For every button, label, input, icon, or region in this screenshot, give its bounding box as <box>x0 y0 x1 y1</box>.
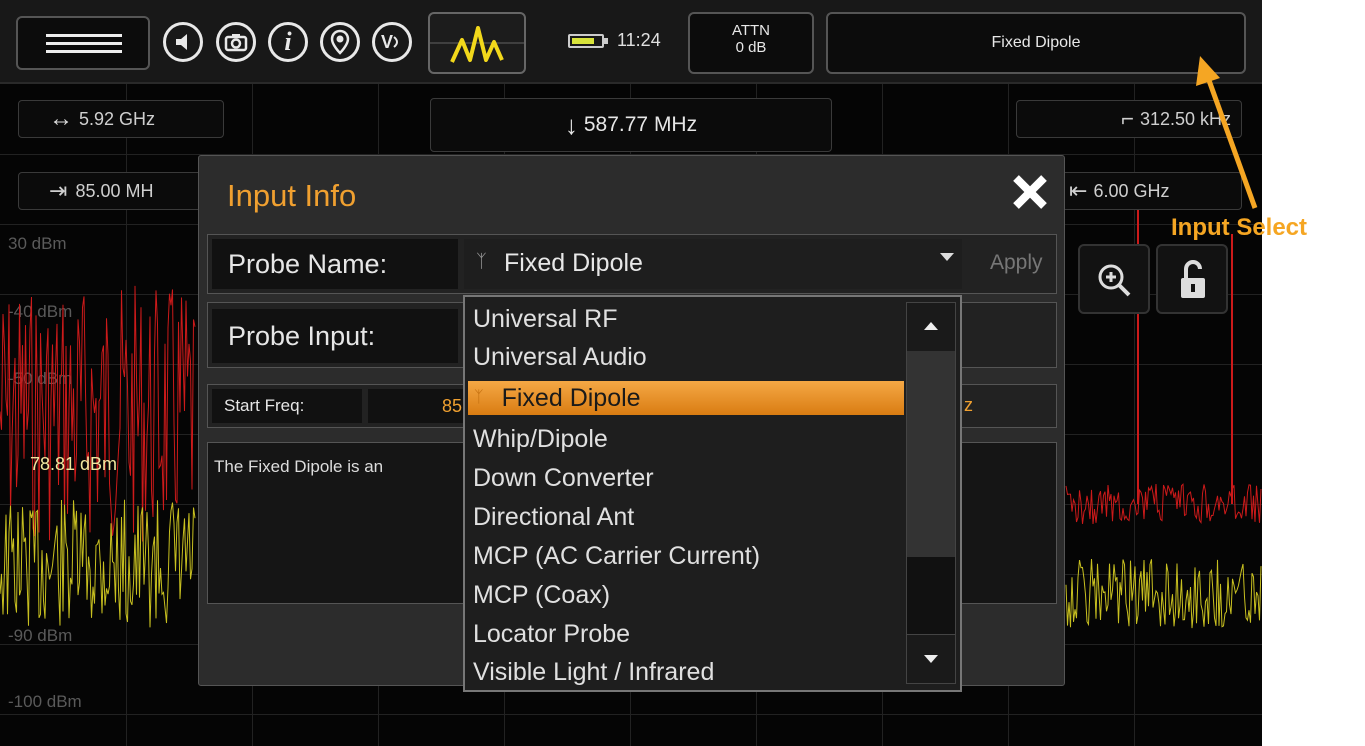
attenuation-button[interactable]: ATTN 0 dB <box>688 12 814 74</box>
rbw-value: 312.50 kHz <box>1139 108 1231 129</box>
unlock-icon <box>1181 260 1205 298</box>
down-arrow-icon: ↓ <box>564 109 578 140</box>
location-icon[interactable] <box>320 22 360 62</box>
chevron-down-icon <box>940 253 954 261</box>
start-freq-field-value: 85 <box>441 396 462 416</box>
dropdown-scrollbar[interactable] <box>906 302 956 684</box>
stop-freq-value: 6.00 GHz <box>1093 180 1170 201</box>
stop-freq-box[interactable]: ⇤ 6.00 GHz <box>1060 172 1242 210</box>
info-icon[interactable]: i <box>268 22 308 62</box>
dropdown-item[interactable]: Locator Probe <box>473 617 630 651</box>
clock-time: 11:24 <box>617 30 661 50</box>
zoom-button[interactable] <box>1078 244 1150 314</box>
attn-value: 0 dB <box>735 39 767 56</box>
annotation-word-input: Input <box>1171 214 1230 241</box>
menu-button[interactable] <box>16 16 150 70</box>
input-select-button[interactable]: Fixed Dipole <box>826 12 1246 74</box>
antenna-icon: ᛉ <box>476 251 487 271</box>
camera-icon[interactable] <box>216 22 256 62</box>
top-toolbar: i V 11:24 ATTN 0 dB Fixed Dipole <box>0 0 1262 84</box>
dropdown-item[interactable]: Visible Light / Infrared <box>473 655 714 689</box>
stop-arrow-icon: ⇤ <box>1069 178 1088 203</box>
scroll-up-button[interactable] <box>907 303 955 352</box>
scroll-down-button[interactable] <box>907 634 955 683</box>
dropdown-item[interactable]: MCP (AC Carrier Current) <box>473 539 760 573</box>
probe-name-value: Fixed Dipole <box>504 249 643 277</box>
span-value: 5.92 GHz <box>79 108 156 129</box>
start-arrow-icon: ⇥ <box>49 178 68 203</box>
chevron-down-icon <box>924 655 938 663</box>
scroll-track[interactable] <box>907 351 955 557</box>
info-icon-glyph: i <box>284 27 292 56</box>
marker-readout: 78.81 dBm <box>30 454 118 474</box>
span-box[interactable]: ↔ 5.92 GHz <box>18 100 224 138</box>
menu-icon <box>46 34 122 54</box>
start-freq-field[interactable]: 85 <box>368 389 468 423</box>
span-arrows-icon: ↔ <box>49 105 73 132</box>
dialog-title: Input Info <box>227 178 357 213</box>
input-select-value: Fixed Dipole <box>991 34 1081 51</box>
chevron-up-icon <box>924 322 938 330</box>
lock-button[interactable] <box>1156 244 1228 314</box>
annotation-label: Input Select <box>1171 214 1307 242</box>
probe-name-select[interactable]: ᛉ Fixed Dipole <box>464 239 962 289</box>
voice-icon-glyph: V <box>380 31 393 52</box>
rbw-corner-icon: ⌐ <box>1121 106 1134 131</box>
annotation-word-select: Select <box>1236 214 1308 241</box>
dropdown-item[interactable]: Universal RF <box>473 302 617 336</box>
zoom-in-icon <box>1098 264 1131 297</box>
dropdown-item-selected-label: Fixed Dipole <box>501 383 641 412</box>
probe-name-label: Probe Name: <box>212 239 458 289</box>
probe-name-row: Probe Name: ᛉ Fixed Dipole Apply <box>207 234 1057 294</box>
dropdown-item-selected[interactable]: ᛉ Fixed Dipole <box>468 381 904 415</box>
start-freq-box[interactable]: ⇥ 85.00 MH <box>18 172 218 210</box>
probe-input-label: Probe Input: <box>212 309 458 363</box>
attn-label: ATTN <box>731 22 771 39</box>
apply-button[interactable]: Apply <box>990 251 1043 275</box>
start-freq-label: Start Freq: <box>212 389 362 423</box>
speaker-icon[interactable] <box>163 22 203 62</box>
center-freq-box[interactable]: ↓ 587.77 MHz <box>430 98 832 152</box>
antenna-icon: ᛉ <box>474 389 484 406</box>
description-text: The Fixed Dipole is an <box>214 457 384 476</box>
dropdown-item[interactable]: MCP (Coax) <box>473 578 610 612</box>
probe-dropdown-list: Universal RF Universal Audio ᛉ Fixed Dip… <box>463 295 962 692</box>
stop-freq-unit-partial: z <box>964 395 973 415</box>
spectrum-mode-button[interactable] <box>428 12 526 74</box>
start-freq-value: 85.00 MH <box>75 180 154 201</box>
dropdown-item[interactable]: Down Converter <box>473 461 654 495</box>
voice-icon[interactable]: V <box>372 22 412 62</box>
dropdown-item[interactable]: Directional Ant <box>473 500 634 534</box>
device-screen: i V 11:24 ATTN 0 dB Fixed Dipole 30 dBm … <box>0 0 1262 746</box>
rbw-box[interactable]: ⌐ 312.50 kHz <box>1016 100 1242 138</box>
spectrum-icon <box>450 26 504 63</box>
dropdown-item[interactable]: Universal Audio <box>473 340 647 374</box>
dropdown-item[interactable]: Whip/Dipole <box>473 422 608 456</box>
center-freq-value: 587.77 MHz <box>583 113 698 136</box>
close-icon[interactable] <box>1010 170 1050 214</box>
battery-icon <box>568 34 608 48</box>
